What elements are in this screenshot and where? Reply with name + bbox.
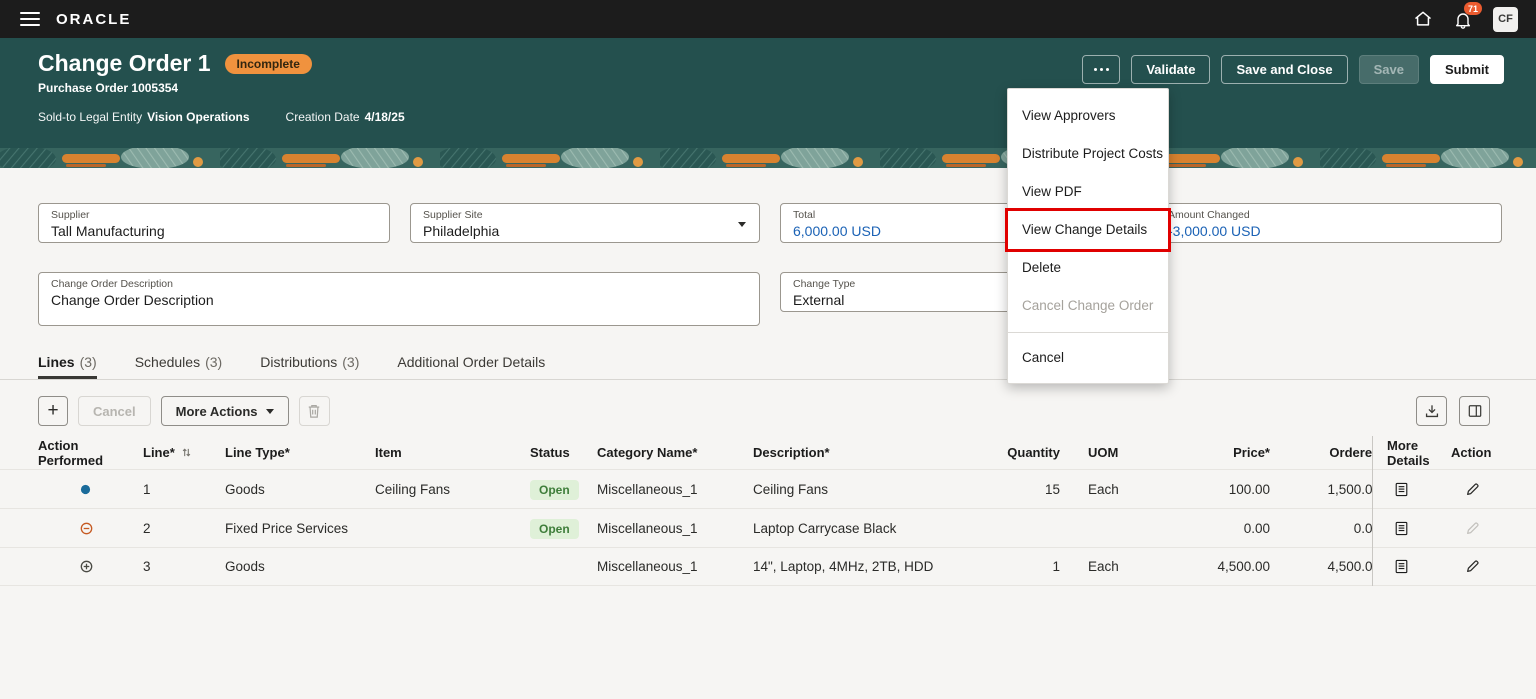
manage-columns-button[interactable] <box>1459 396 1490 426</box>
col-status: Status <box>530 445 597 460</box>
save-button[interactable]: Save <box>1359 55 1419 84</box>
page-header: Change Order 1 Incomplete Purchase Order… <box>0 38 1536 148</box>
table-row[interactable]: 2 Fixed Price Services Open Miscellaneou… <box>0 508 1372 547</box>
table-header-row: Action Performed Line* Line Type* Item S… <box>0 436 1372 469</box>
cancel-line-button[interactable]: Cancel <box>78 396 151 426</box>
amount-changed-field: Amount Changed -3,000.00 USD <box>1155 203 1502 243</box>
top-bar: ORACLE 71 CF <box>0 0 1536 38</box>
more-details-document-icon[interactable] <box>1395 521 1451 536</box>
col-uom: UOM <box>1060 445 1133 460</box>
change-order-description-field[interactable]: Change Order Description Change Order De… <box>38 272 760 326</box>
lines-toolbar: + Cancel More Actions <box>38 396 1490 426</box>
col-line[interactable]: Line* <box>143 445 225 460</box>
oracle-logo: ORACLE <box>56 11 131 28</box>
decorative-banner <box>0 148 1536 168</box>
header-meta: Sold-to Legal Entity Vision Operations Cr… <box>38 110 1504 124</box>
changed-dot-icon <box>80 484 143 495</box>
tab-bar: Lines(3) Schedules(3) Distributions(3) A… <box>0 348 1536 380</box>
menu-separator <box>1008 332 1168 333</box>
export-download-button[interactable] <box>1416 396 1447 426</box>
menu-item-view-pdf[interactable]: View PDF <box>1008 173 1168 211</box>
tab-lines[interactable]: Lines(3) <box>38 354 97 379</box>
actions-dropdown-menu: View Approvers Distribute Project Costs … <box>1007 88 1169 384</box>
status-badge: Incomplete <box>225 54 312 74</box>
sold-to-value: Vision Operations <box>147 110 249 124</box>
col-action-performed: Action Performed <box>38 438 143 468</box>
chevron-down-icon <box>266 409 274 414</box>
minus-circle-icon <box>80 522 143 535</box>
notification-count-badge: 71 <box>1464 2 1482 15</box>
more-details-document-icon[interactable] <box>1395 482 1451 497</box>
lines-table: Action Performed Line* Line Type* Item S… <box>0 436 1536 586</box>
lines-table-scroll-region[interactable]: Action Performed Line* Line Type* Item S… <box>0 436 1372 586</box>
validate-button[interactable]: Validate <box>1131 55 1210 84</box>
add-line-button[interactable]: + <box>38 396 68 426</box>
more-details-document-icon[interactable] <box>1395 559 1451 574</box>
status-open-badge: Open <box>530 480 579 500</box>
tab-schedules[interactable]: Schedules(3) <box>135 354 223 379</box>
status-open-badge: Open <box>530 519 579 539</box>
amount-changed-value-link[interactable]: -3,000.00 USD <box>1168 223 1489 239</box>
col-description: Description* <box>753 445 1000 460</box>
creation-date-label: Creation Date <box>286 110 360 124</box>
frozen-columns: More Details Action <box>1372 436 1536 586</box>
notifications-bell-icon[interactable]: 71 <box>1453 9 1473 29</box>
chevron-down-icon[interactable] <box>738 222 746 227</box>
delete-line-button[interactable] <box>299 396 330 426</box>
plus-circle-icon <box>80 560 143 573</box>
menu-item-cancel-change-order[interactable]: Cancel Change Order <box>1008 287 1168 325</box>
table-row[interactable]: 1 Goods Ceiling Fans Open Miscellaneous_… <box>0 469 1372 508</box>
col-line-type: Line Type* <box>225 445 375 460</box>
home-icon[interactable] <box>1413 9 1433 29</box>
table-row[interactable]: 3 Goods Miscellaneous_1 14", Laptop, 4MH… <box>0 547 1372 586</box>
edit-pencil-icon-disabled[interactable] <box>1465 521 1536 536</box>
menu-item-delete[interactable]: Delete <box>1008 249 1168 287</box>
col-item: Item <box>375 445 530 460</box>
edit-pencil-icon[interactable] <box>1465 559 1536 574</box>
creation-date-value: 4/18/25 <box>365 110 405 124</box>
col-more-details: More Details <box>1373 438 1451 468</box>
tab-distributions[interactable]: Distributions(3) <box>260 354 359 379</box>
col-quantity: Quantity <box>1000 445 1060 460</box>
menu-item-view-approvers[interactable]: View Approvers <box>1008 97 1168 135</box>
menu-item-cancel[interactable]: Cancel <box>1008 339 1168 377</box>
save-and-close-button[interactable]: Save and Close <box>1221 55 1347 84</box>
menu-item-view-change-details[interactable]: View Change Details <box>1008 211 1168 249</box>
user-avatar[interactable]: CF <box>1493 7 1518 32</box>
submit-button[interactable]: Submit <box>1430 55 1504 84</box>
col-action: Action <box>1451 445 1536 460</box>
tab-additional-order-details[interactable]: Additional Order Details <box>397 354 550 379</box>
header-actions: Validate Save and Close Save Submit <box>1082 55 1504 84</box>
col-price: Price* <box>1133 445 1270 460</box>
edit-pencil-icon[interactable] <box>1465 482 1536 497</box>
supplier-field[interactable]: Supplier Tall Manufacturing <box>38 203 390 243</box>
more-actions-ellipsis-button[interactable] <box>1082 55 1120 84</box>
main-content: Supplier Tall Manufacturing Supplier Sit… <box>0 168 1536 699</box>
sold-to-label: Sold-to Legal Entity <box>38 110 142 124</box>
menu-item-distribute-project-costs[interactable]: Distribute Project Costs <box>1008 135 1168 173</box>
more-actions-dropdown-button[interactable]: More Actions <box>161 396 289 426</box>
sort-icon <box>182 447 191 458</box>
col-ordered: Ordered <box>1270 445 1372 460</box>
header-fields: Supplier Tall Manufacturing Supplier Sit… <box>0 168 1536 348</box>
supplier-site-field[interactable]: Supplier Site Philadelphia <box>410 203 760 243</box>
col-category-name: Category Name* <box>597 445 753 460</box>
page-title: Change Order 1 <box>38 50 211 77</box>
hamburger-menu-icon[interactable] <box>20 12 40 26</box>
